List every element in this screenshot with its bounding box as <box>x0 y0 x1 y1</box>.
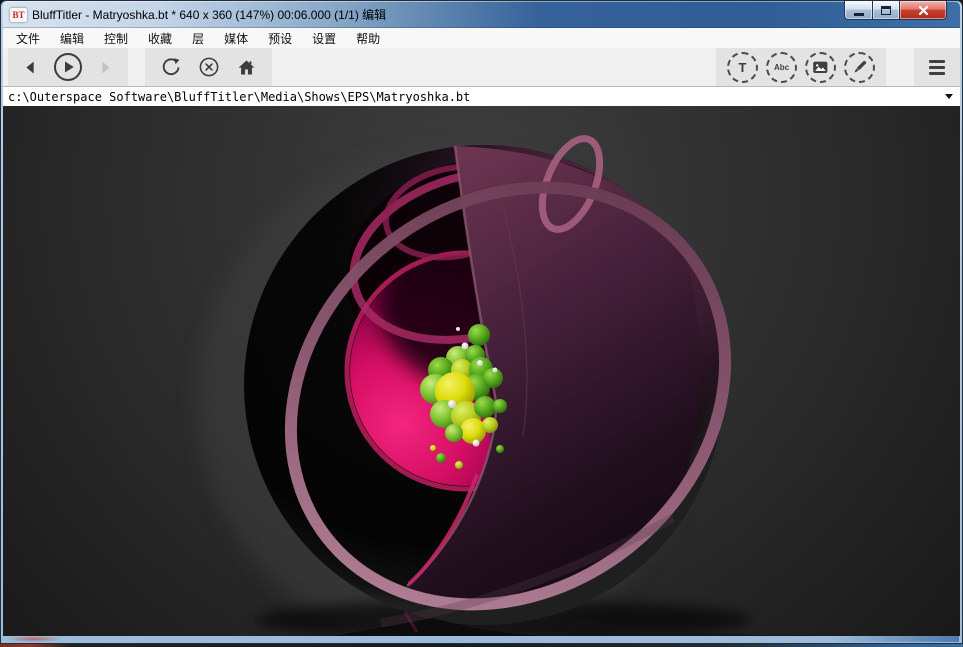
menu-button[interactable] <box>929 60 945 75</box>
titlebar[interactable]: BT BluffTitler - Matryoshka.bt * 640 x 3… <box>3 1 960 28</box>
window-controls <box>844 1 947 20</box>
dropdown-arrow-icon[interactable] <box>945 94 953 99</box>
add-paragraph-layer-button[interactable]: Abc <box>766 52 797 83</box>
close-button[interactable] <box>900 1 947 20</box>
layer-tools-group: T Abc <box>716 48 886 86</box>
forward-arrow-icon <box>96 58 115 77</box>
home-icon <box>236 57 257 78</box>
back-button[interactable] <box>21 58 40 77</box>
file-actions-group <box>145 48 272 86</box>
desktop: BT BluffTitler - Matryoshka.bt * 640 x 3… <box>0 0 963 647</box>
maximize-icon <box>881 6 891 15</box>
window-title: BluffTitler - Matryoshka.bt * 640 x 360 … <box>32 6 386 23</box>
abc-tool-icon: Abc <box>774 63 789 72</box>
menu-item-media[interactable]: 媒体 <box>214 28 258 49</box>
playback-group <box>8 48 128 86</box>
minimize-icon <box>854 13 864 16</box>
dashed-circle: Abc <box>766 52 797 83</box>
menu-item-settings[interactable]: 设置 <box>302 28 346 49</box>
cancel-circle-icon <box>198 56 220 78</box>
menu-item-presets[interactable]: 预设 <box>258 28 302 49</box>
menu-item-layer[interactable]: 层 <box>182 28 214 49</box>
play-button[interactable] <box>53 52 83 82</box>
toolbar-spacer <box>886 48 914 86</box>
border-blue-glow <box>829 636 959 642</box>
minimize-button[interactable] <box>844 1 873 20</box>
text-tool-icon: T <box>739 60 747 75</box>
hamburger-icon <box>929 60 945 75</box>
blufftitler-window: BT BluffTitler - Matryoshka.bt * 640 x 3… <box>0 0 963 644</box>
refresh-button[interactable] <box>160 56 182 78</box>
dashed-circle <box>844 52 875 83</box>
menu-item-edit[interactable]: 编辑 <box>50 28 94 49</box>
forward-button[interactable] <box>96 58 115 77</box>
render-viewport[interactable] <box>3 106 960 636</box>
add-sketch-layer-button[interactable] <box>844 52 875 83</box>
toolbar: T Abc <box>3 48 960 86</box>
border-red-glow <box>8 636 60 642</box>
home-button[interactable] <box>236 57 257 78</box>
close-icon <box>918 5 929 16</box>
pencil-icon <box>851 58 869 76</box>
add-picture-layer-button[interactable] <box>805 52 836 83</box>
refresh-icon <box>160 56 182 78</box>
render-scene <box>3 106 960 636</box>
stop-button[interactable] <box>198 56 220 78</box>
app-icon: BT <box>10 8 27 22</box>
picture-icon <box>812 60 829 75</box>
menu-group <box>914 48 960 86</box>
toolbar-spacer <box>272 48 716 86</box>
menu-item-help[interactable]: 帮助 <box>346 28 390 49</box>
menubar: 文件 编辑 控制 收藏 层 媒体 预设 设置 帮助 <box>3 28 960 48</box>
add-text-layer-button[interactable]: T <box>727 52 758 83</box>
menu-item-control[interactable]: 控制 <box>94 28 138 49</box>
play-icon <box>53 52 83 82</box>
menu-item-file[interactable]: 文件 <box>6 28 50 49</box>
show-path-input[interactable] <box>3 87 933 106</box>
dashed-circle: T <box>727 52 758 83</box>
menu-item-favorites[interactable]: 收藏 <box>138 28 182 49</box>
maximize-button[interactable] <box>873 1 900 20</box>
back-arrow-icon <box>21 58 40 77</box>
address-bar <box>3 86 960 106</box>
dashed-circle <box>805 52 836 83</box>
